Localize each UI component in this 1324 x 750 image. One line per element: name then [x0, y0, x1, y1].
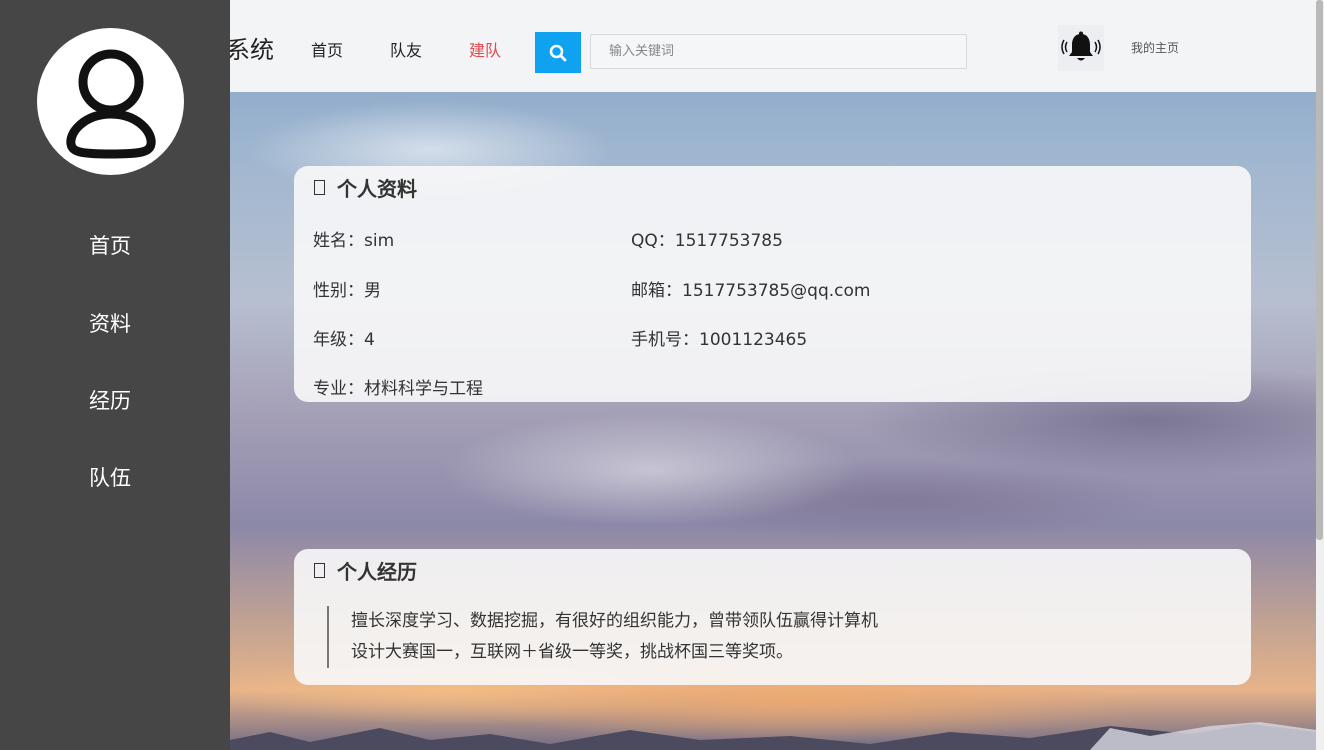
profile-gender: 性别：男: [313, 281, 381, 301]
profile-title-text: 个人资料: [337, 177, 417, 201]
search-input[interactable]: [590, 34, 967, 69]
sidebar-item-profile[interactable]: 资料: [0, 308, 220, 338]
profile-icon: [314, 180, 325, 195]
scrollbar-thumb[interactable]: [1316, 0, 1323, 540]
profile-major: 专业：材料科学与工程: [313, 379, 483, 399]
brand-title: 系统: [226, 36, 274, 64]
profile-grade: 年级：4: [313, 330, 375, 350]
user-icon: [65, 49, 156, 159]
nav-teammates[interactable]: 队友: [390, 37, 422, 61]
avatar[interactable]: [37, 28, 184, 175]
profile-card: 个人资料 姓名：sim 性别：男 年级：4 专业：材料科学与工程 QQ：1517…: [294, 166, 1251, 402]
sidebar-item-experience[interactable]: 经历: [0, 385, 220, 415]
sidebar: 首页 资料 经历 队伍: [0, 0, 230, 750]
sidebar-item-home[interactable]: 首页: [0, 230, 220, 260]
my-homepage-link[interactable]: 我的主页: [1131, 39, 1179, 56]
profile-phone: 手机号：1001123465: [631, 330, 808, 350]
profile-name: 姓名：sim: [313, 231, 395, 251]
mountains-silhouette: [230, 722, 1316, 750]
experience-text: 擅长深度学习、数据挖掘，有很好的组织能力，曾带领队伍赢得计算机 设计大赛国一，互…: [327, 606, 951, 668]
profile-qq: QQ：1517753785: [631, 231, 783, 251]
notification-button[interactable]: [1058, 25, 1104, 71]
search-icon: [549, 44, 567, 61]
scrollbar[interactable]: [1316, 0, 1324, 750]
experience-icon: [314, 563, 325, 578]
experience-line-2: 设计大赛国一，互联网＋省级一等奖，挑战杯国三等奖项。: [351, 642, 793, 662]
experience-card: 个人经历 擅长深度学习、数据挖掘，有很好的组织能力，曾带领队伍赢得计算机 设计大…: [294, 549, 1251, 685]
experience-line-1: 擅长深度学习、数据挖掘，有很好的组织能力，曾带领队伍赢得计算机: [351, 611, 878, 631]
bell-icon: [1061, 31, 1101, 61]
nav-home[interactable]: 首页: [311, 37, 343, 61]
sidebar-item-team[interactable]: 队伍: [0, 462, 220, 492]
nav-create-team[interactable]: 建队: [469, 37, 501, 61]
profile-email: 邮箱：1517753785@qq.com: [631, 281, 871, 301]
experience-card-title: 个人经历: [314, 556, 417, 585]
profile-card-title: 个人资料: [314, 173, 417, 202]
search-button[interactable]: [535, 32, 581, 73]
experience-title-text: 个人经历: [337, 560, 417, 584]
